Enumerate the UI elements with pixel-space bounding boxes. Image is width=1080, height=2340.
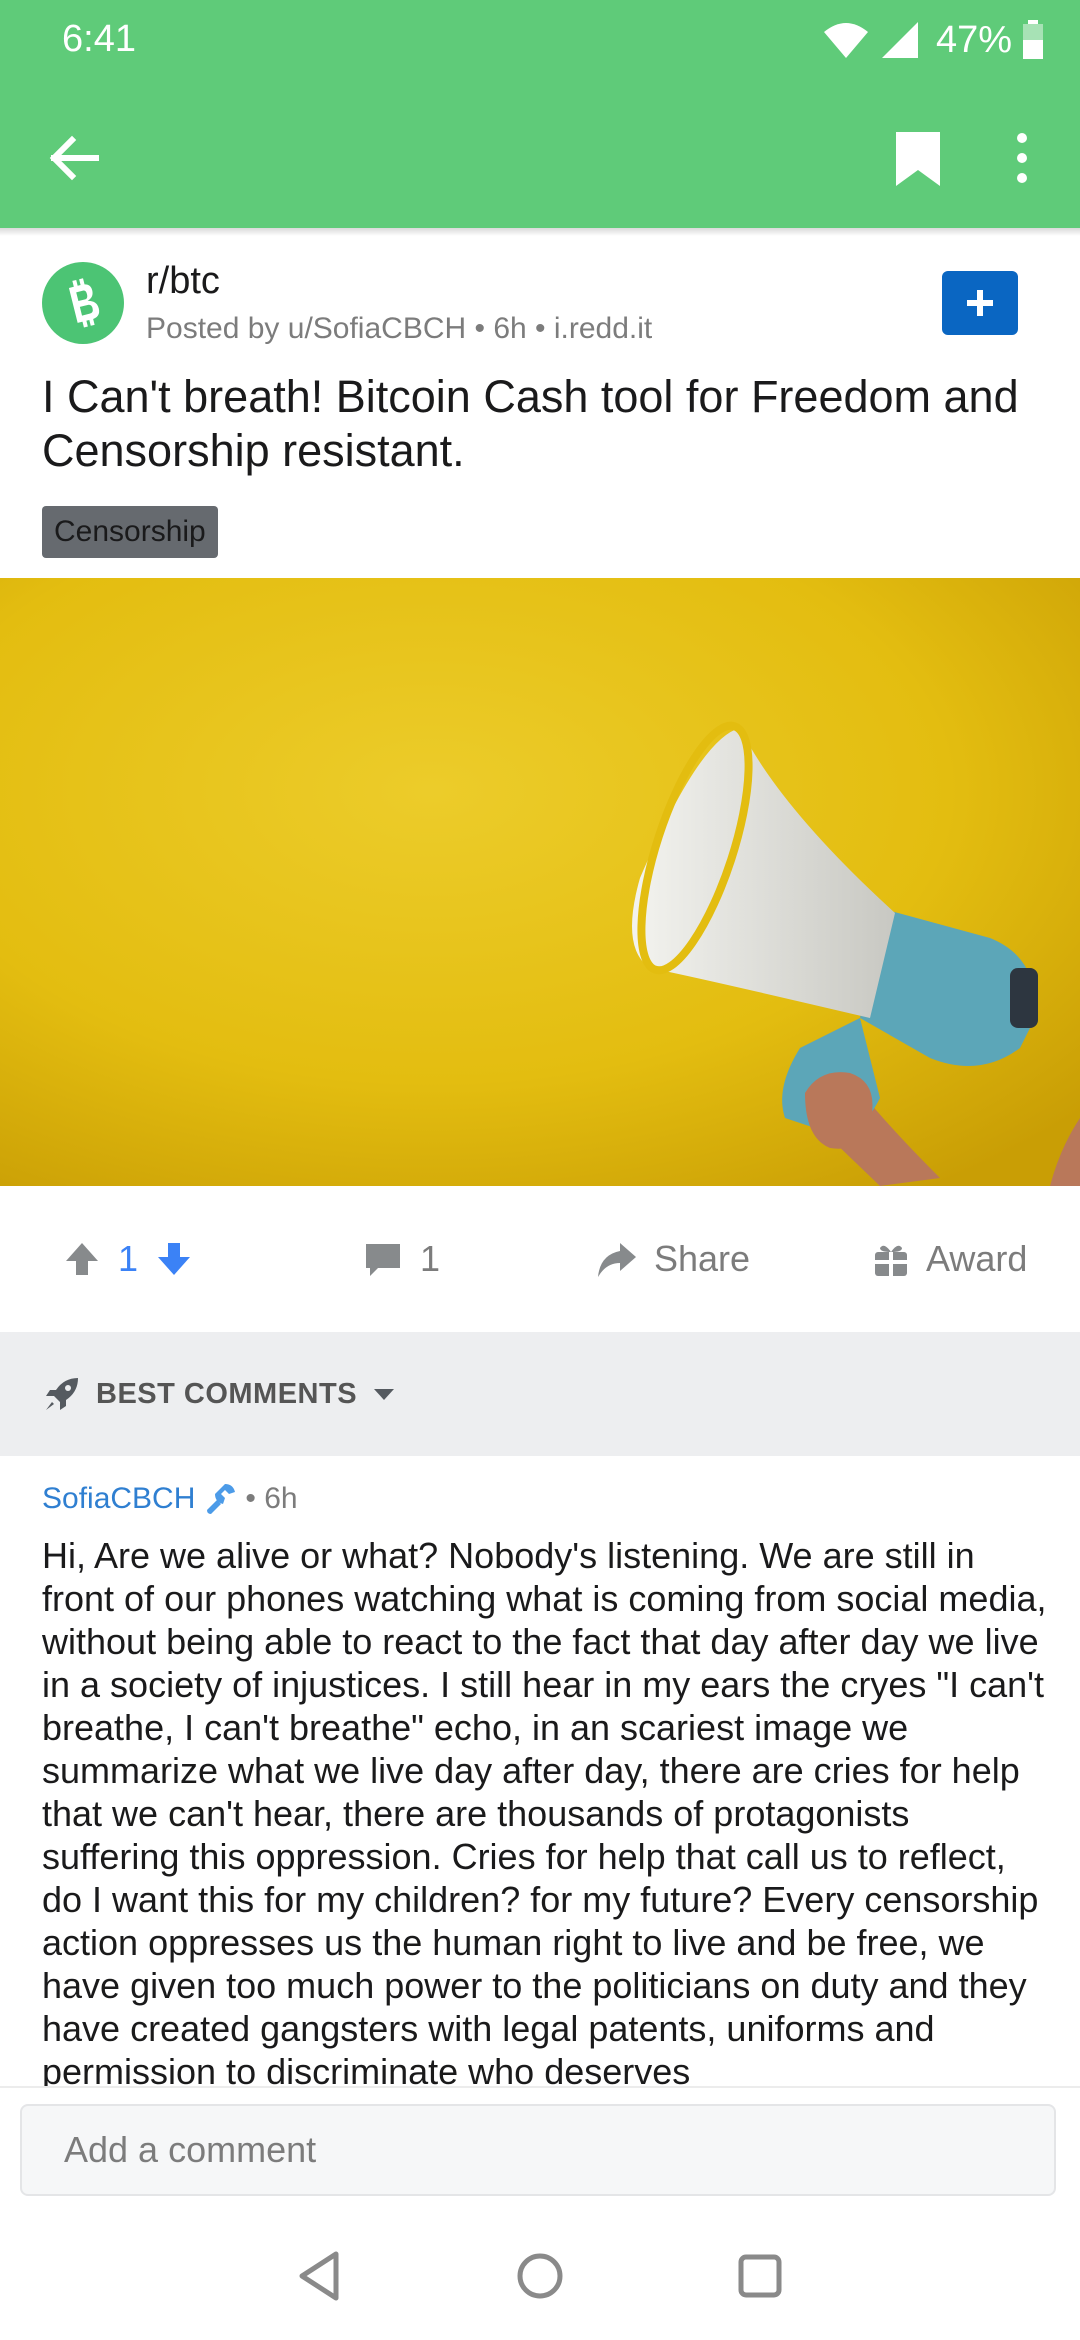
join-button[interactable] [942, 271, 1018, 335]
comment-sort-bar[interactable]: BEST COMMENTS [0, 1332, 1080, 1456]
comment-age: • 6h [245, 1482, 298, 1515]
share-button[interactable]: Share [594, 1186, 750, 1332]
status-icons: 47% [822, 16, 1044, 64]
system-nav-bar [0, 2212, 1080, 2340]
post-action-bar: 1 1 Share Award [0, 1186, 1080, 1332]
comment-body: Hi, Are we alive or what? Nobody's liste… [42, 1535, 1047, 2086]
battery-icon [1023, 20, 1043, 59]
award-button[interactable]: Award [872, 1186, 1027, 1332]
vote-group: 1 [62, 1186, 194, 1332]
post-image[interactable] [0, 578, 1080, 1186]
comment-count: 1 [420, 1238, 441, 1279]
post-flair[interactable]: Censorship [42, 506, 218, 558]
gift-icon [875, 1245, 907, 1276]
comment-composer-bar: Add a comment [0, 2086, 1080, 2214]
plus-icon [967, 290, 993, 316]
wifi-icon [823, 23, 868, 58]
app-bar [0, 80, 1080, 228]
downvote-icon[interactable] [154, 1239, 194, 1279]
bitcoin-cash-icon [68, 278, 100, 328]
comments-button[interactable]: 1 [362, 1186, 440, 1332]
award-label: Award [926, 1238, 1028, 1279]
megaphone-photo [0, 578, 1080, 1186]
caret-down-icon [374, 1389, 395, 1400]
cell-signal-icon [881, 22, 918, 58]
rocket-icon [46, 1378, 78, 1410]
comment-icon [366, 1244, 400, 1276]
sort-label: BEST COMMENTS [96, 1377, 358, 1410]
vote-count: 1 [118, 1238, 139, 1279]
comment-author[interactable]: SofiaCBCH [42, 1482, 195, 1516]
nav-home-icon[interactable] [510, 2246, 570, 2306]
app-bar-shadow [0, 228, 1080, 236]
post-title: I Can't breath! Bitcoin Cash tool for Fr… [42, 371, 1019, 476]
battery-percent: 47% [935, 18, 1012, 61]
share-arrow-icon [598, 1243, 636, 1277]
nav-recents-icon[interactable] [730, 2246, 790, 2306]
status-time: 6:41 [62, 18, 136, 60]
back-arrow-icon[interactable] [42, 126, 106, 190]
subreddit-name[interactable]: r/btc [146, 260, 220, 303]
nav-back-icon[interactable] [290, 2246, 350, 2306]
upvote-icon[interactable] [62, 1239, 102, 1279]
comment-meta: SofiaCBCH • 6h [42, 1482, 298, 1516]
status-bar: 6:41 47% [0, 0, 1080, 80]
mod-wrench-icon [207, 1484, 236, 1514]
more-options-icon[interactable] [1002, 126, 1042, 190]
subreddit-avatar[interactable] [42, 262, 124, 344]
comment: SofiaCBCH • 6h Hi, Are we alive or what?… [0, 1456, 1080, 2086]
bookmark-icon[interactable] [888, 126, 948, 190]
post-meta: Posted by u/SofiaCBCH • 6h • i.redd.it [146, 312, 653, 345]
add-comment-input[interactable]: Add a comment [20, 2104, 1056, 2196]
share-label: Share [654, 1238, 751, 1279]
